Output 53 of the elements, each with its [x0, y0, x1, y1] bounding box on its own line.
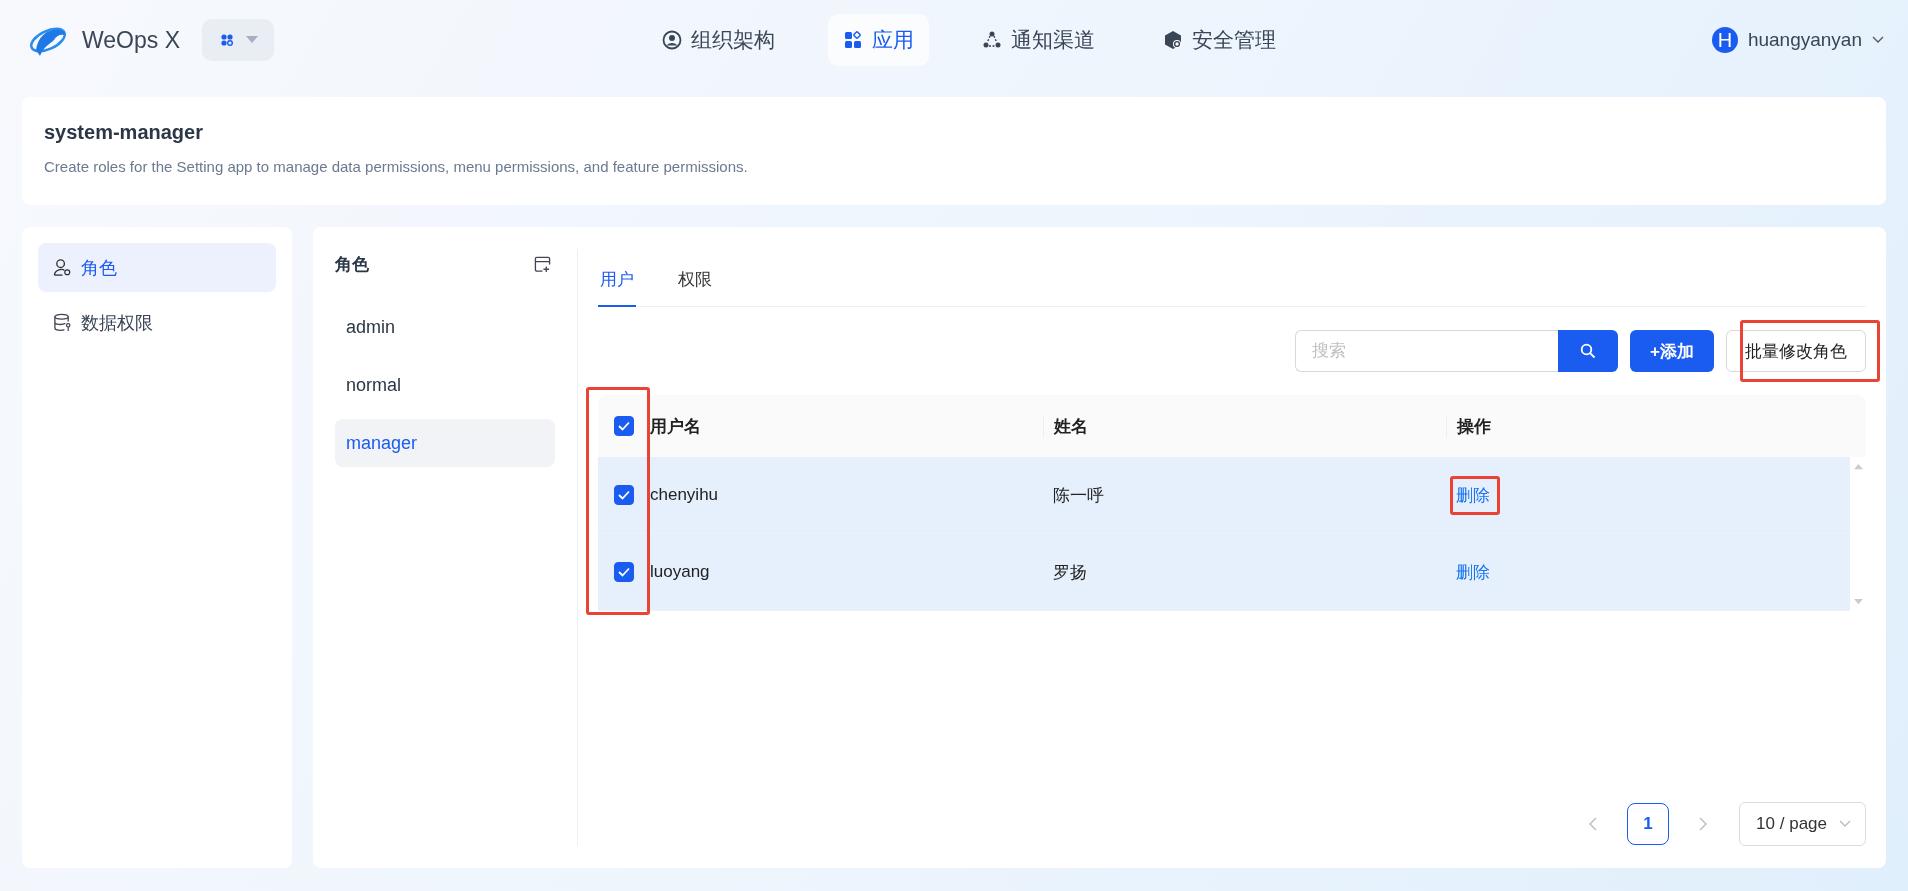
check-icon	[618, 567, 630, 577]
table-row[interactable]: chenyihu 陈一呼 删除	[598, 457, 1850, 534]
app-title: system-manager	[44, 121, 204, 144]
checkbox[interactable]	[614, 416, 634, 436]
roles-title: 角色	[335, 253, 369, 276]
app-description: Create roles for the Setting app to manage data permissions, menu permissions, and feature permissions.	[44, 158, 749, 175]
table-row[interactable]: luoyang 罗扬 删除	[598, 534, 1850, 611]
page-button[interactable]: 1	[1627, 803, 1670, 845]
database-icon	[53, 313, 72, 332]
tab[interactable]: 用户	[598, 253, 636, 307]
table-cell: luoyang	[650, 562, 710, 581]
nav-tab[interactable]: 安全管理	[1148, 14, 1291, 66]
search-button[interactable]	[1558, 330, 1619, 372]
table-cell: 罗扬	[1053, 562, 1087, 582]
page-size-select[interactable]: 10 / page	[1739, 802, 1866, 846]
add-role-icon[interactable]	[534, 255, 551, 273]
delete-link[interactable]: 删除	[1456, 485, 1490, 505]
sidebar-item[interactable]: 角色	[38, 243, 276, 292]
batch-edit-role-button[interactable]: 批量修改角色	[1726, 330, 1866, 372]
app-switcher-button[interactable]	[202, 19, 274, 61]
table-cell: 陈一呼	[1053, 485, 1104, 505]
delete-link[interactable]: 删除	[1456, 562, 1490, 582]
user-gear-icon	[53, 258, 72, 277]
checkbox[interactable]	[614, 485, 634, 505]
checkbox[interactable]	[614, 562, 634, 582]
tab[interactable]: 权限	[676, 253, 714, 307]
check-icon	[618, 421, 630, 431]
check-icon	[618, 490, 630, 500]
apps-icon	[843, 30, 863, 50]
nav-tab[interactable]: 组织架构	[647, 14, 790, 66]
user-name[interactable]: huangyanyan	[1747, 29, 1862, 51]
user-circle-icon	[662, 30, 682, 50]
app-name: WeOps X	[82, 26, 180, 54]
nav-tab[interactable]: 应用	[828, 14, 929, 66]
role-item[interactable]: admin	[335, 303, 555, 351]
table-cell: chenyihu	[650, 485, 719, 504]
apps-icon	[220, 33, 234, 47]
column-header: 姓名	[1054, 416, 1088, 436]
column-header: 操作	[1457, 416, 1491, 436]
shield-icon	[1163, 30, 1183, 50]
column-header: 用户名	[650, 416, 701, 436]
add-button[interactable]: +添加	[1630, 330, 1714, 372]
search-field[interactable]: 搜索	[1295, 330, 1559, 372]
role-item[interactable]: manager	[335, 419, 555, 467]
search-icon	[1580, 343, 1597, 359]
role-item[interactable]: normal	[335, 361, 555, 409]
nav-tab[interactable]: 通知渠道	[967, 14, 1110, 66]
sidebar-item[interactable]: 数据权限	[38, 298, 276, 347]
chevron-down-icon[interactable]	[1872, 36, 1884, 44]
caret-down-icon	[246, 36, 258, 44]
user-avatar[interactable]: H	[1711, 27, 1738, 53]
chevron-down-icon	[1839, 820, 1851, 828]
nodes-icon	[982, 30, 1002, 50]
